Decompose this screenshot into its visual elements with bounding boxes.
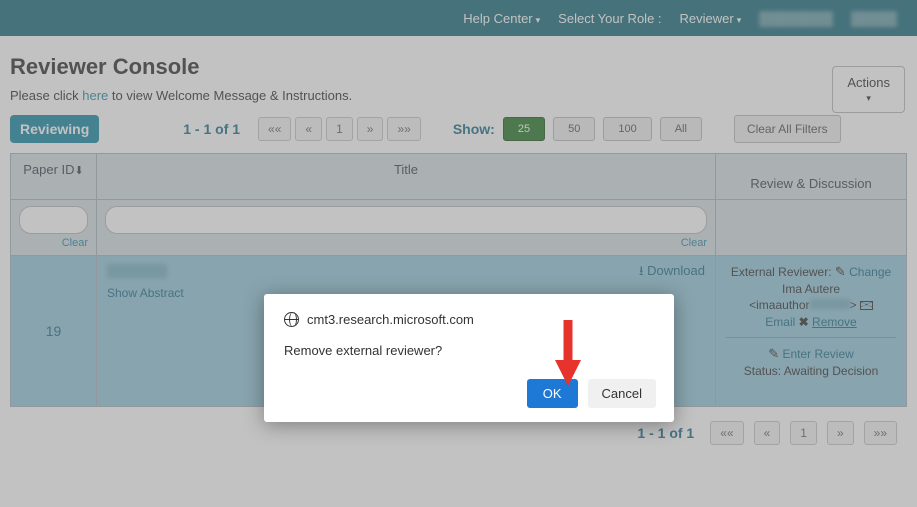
modal-backdrop (0, 0, 917, 507)
dialog-message: Remove external reviewer? (284, 343, 654, 358)
confirm-dialog: cmt3.research.microsoft.com Remove exter… (264, 294, 674, 422)
globe-icon (284, 312, 299, 327)
dialog-host: cmt3.research.microsoft.com (284, 312, 654, 327)
dialog-host-text: cmt3.research.microsoft.com (307, 312, 474, 327)
dialog-cancel-button[interactable]: Cancel (588, 379, 656, 408)
dialog-ok-button[interactable]: OK (527, 379, 578, 408)
